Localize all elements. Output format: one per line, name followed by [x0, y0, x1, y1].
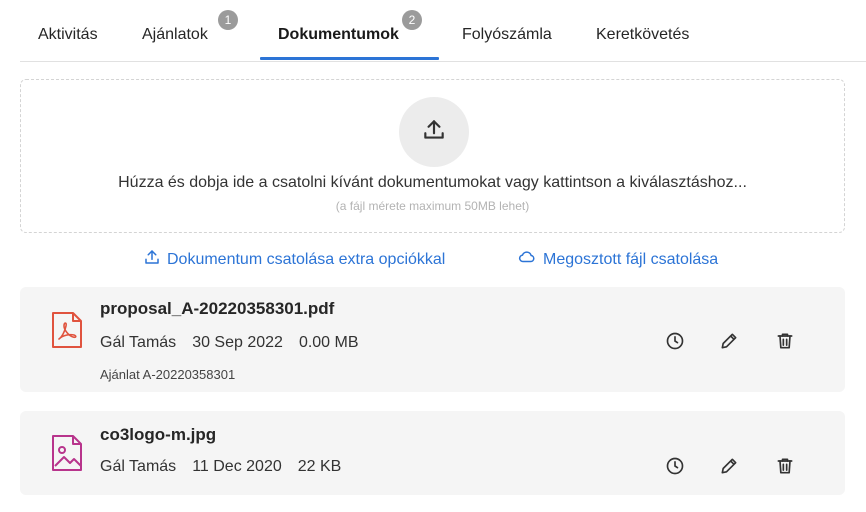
tab-folyoszamla[interactable]: Folyószámla — [462, 26, 552, 44]
upload-icon — [421, 117, 447, 148]
trash-icon — [775, 456, 795, 481]
file-meta: Gál Tamás 11 Dec 2020 22 KB — [100, 458, 341, 476]
tab-ajanlatok[interactable]: Ajánlatok — [142, 26, 208, 44]
file-author: Gál Tamás — [100, 458, 177, 475]
pdf-file-icon — [50, 311, 84, 354]
pencil-icon — [719, 331, 739, 356]
clock-icon — [665, 331, 685, 356]
image-file-icon — [50, 434, 84, 477]
tab-aktivitas[interactable]: Aktivitás — [38, 26, 98, 44]
delete-button[interactable] — [773, 331, 797, 355]
history-button[interactable] — [663, 456, 687, 480]
trash-icon — [775, 331, 795, 356]
tab-bar: Aktivitás Ajánlatok 1 Dokumentumok 2 Fol… — [20, 0, 866, 62]
link-label: Dokumentum csatolása extra opciókkal — [167, 250, 446, 268]
file-dropzone[interactable]: Húzza és dobja ide a csatolni kívánt dok… — [20, 79, 845, 233]
pencil-icon — [719, 456, 739, 481]
tab-label: Ajánlatok — [142, 26, 208, 43]
upload-icon — [143, 248, 161, 271]
dropzone-instruction: Húzza és dobja ide a csatolni kívánt dok… — [118, 174, 747, 191]
tab-ajanlatok-count-badge: 1 — [218, 10, 238, 30]
upload-button[interactable] — [399, 97, 469, 167]
file-meta: Gál Tamás 30 Sep 2022 0.00 MB — [100, 334, 359, 352]
file-card[interactable]: co3logo-m.jpg Gál Tamás 11 Dec 2020 22 K… — [20, 411, 845, 495]
tab-label: Keretkövetés — [596, 26, 690, 43]
file-name[interactable]: co3logo-m.jpg — [100, 425, 216, 445]
tab-dokumentumok[interactable]: Dokumentumok — [278, 26, 399, 44]
file-card[interactable]: proposal_A-20220358301.pdf Gál Tamás 30 … — [20, 287, 845, 392]
active-tab-indicator — [260, 57, 439, 60]
link-label: Megosztott fájl csatolása — [543, 250, 719, 268]
tab-label: Dokumentumok — [278, 26, 399, 43]
file-date: 30 Sep 2022 — [192, 334, 283, 351]
file-size: 0.00 MB — [298, 334, 359, 351]
history-button[interactable] — [663, 331, 687, 355]
dropzone-size-limit: (a fájl mérete maximum 50MB lehet) — [335, 199, 530, 213]
attach-shared-file-link[interactable]: Megosztott fájl csatolása — [517, 248, 718, 271]
file-date: 11 Dec 2020 — [192, 458, 282, 475]
edit-button[interactable] — [717, 331, 741, 355]
delete-button[interactable] — [773, 456, 797, 480]
file-size: 22 KB — [297, 458, 342, 475]
clock-icon — [665, 456, 685, 481]
tab-label: Folyószámla — [462, 26, 552, 43]
tab-dokumentumok-count-badge: 2 — [402, 10, 422, 30]
file-author: Gál Tamás — [100, 334, 177, 351]
tab-label: Aktivitás — [38, 26, 98, 43]
file-name[interactable]: proposal_A-20220358301.pdf — [100, 299, 334, 319]
edit-button[interactable] — [717, 456, 741, 480]
file-related-entity[interactable]: Ajánlat A-20220358301 — [100, 367, 235, 382]
attach-with-extra-options-link[interactable]: Dokumentum csatolása extra opciókkal — [143, 248, 445, 271]
tab-keretkovetes[interactable]: Keretkövetés — [596, 26, 689, 44]
cloud-icon — [517, 248, 537, 271]
